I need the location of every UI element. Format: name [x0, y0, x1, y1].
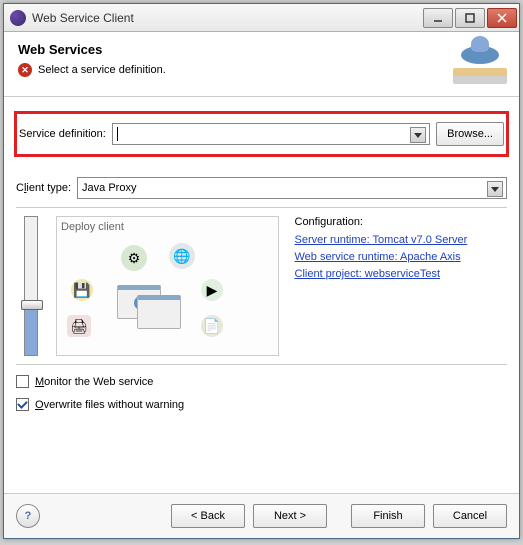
overwrite-checkbox[interactable] — [16, 398, 29, 411]
close-button[interactable] — [487, 8, 517, 28]
error-icon: ✕ — [18, 63, 32, 77]
message-text: Select a service definition. — [38, 64, 166, 76]
page-title: Web Services — [18, 42, 445, 57]
configuration-panel: Configuration: Server runtime: Tomcat v7… — [289, 216, 508, 356]
window-controls — [423, 8, 517, 28]
wizard-banner-graphic — [453, 42, 507, 86]
client-type-label: Client type: — [16, 182, 71, 194]
finish-button[interactable]: Finish — [351, 504, 425, 528]
separator — [16, 364, 507, 365]
client-type-combo[interactable]: Java Proxy — [77, 177, 507, 199]
next-button[interactable]: Next > — [253, 504, 327, 528]
chevron-down-icon[interactable] — [410, 127, 426, 143]
validation-message: ✕ Select a service definition. — [18, 63, 445, 77]
monitor-checkbox[interactable] — [16, 375, 29, 388]
client-project-link[interactable]: Client project: webserviceTest — [295, 268, 508, 280]
browse-button[interactable]: Browse... — [436, 122, 504, 146]
gear-icon: ⚙ — [121, 245, 147, 271]
help-button[interactable]: ? — [16, 504, 40, 528]
overwrite-label: Overwrite files without warning — [35, 399, 184, 411]
back-button[interactable]: < Back — [171, 504, 245, 528]
deployment-diagram: Deploy client ⚙ 🌐 ▶ 📄 💾 🖨 — [56, 216, 279, 356]
server-runtime-link[interactable]: Server runtime: Tomcat v7.0 Server — [295, 234, 508, 246]
emphasis-box: Service definition: Browse... — [14, 111, 509, 157]
overwrite-checkbox-row: Overwrite files without warning — [16, 398, 507, 411]
service-definition-combo[interactable] — [112, 123, 430, 145]
monitor-checkbox-row: Monitor the Web service — [16, 375, 507, 388]
cancel-button[interactable]: Cancel — [433, 504, 507, 528]
hardware-icon: 🖨 — [67, 315, 91, 337]
diagram-title: Deploy client — [61, 221, 274, 233]
service-definition-label: Service definition: — [19, 128, 106, 140]
deploy-level-slider[interactable] — [24, 216, 38, 356]
configuration-title: Configuration: — [295, 216, 508, 228]
monitor-label: Monitor the Web service — [35, 376, 153, 388]
eclipse-icon — [10, 10, 26, 26]
dialog-window: Web Service Client Web Services ✕ Select… — [3, 3, 520, 539]
disk-icon: 💾 — [71, 279, 93, 301]
globe-icon: 🌐 — [169, 243, 195, 269]
wizard-button-bar: ? < Back Next > Finish Cancel — [4, 493, 519, 538]
titlebar[interactable]: Web Service Client — [4, 4, 519, 32]
minimize-button[interactable] — [423, 8, 453, 28]
ws-runtime-link[interactable]: Web service runtime: Apache Axis — [295, 251, 508, 263]
client-windows-icon — [117, 285, 185, 333]
play-icon: ▶ — [201, 279, 223, 301]
separator — [16, 207, 507, 208]
document-icon: 📄 — [201, 315, 223, 337]
chevron-down-icon[interactable] — [487, 181, 503, 197]
wizard-content: Service definition: Browse... Client typ… — [4, 97, 519, 493]
window-title: Web Service Client — [32, 11, 423, 25]
client-type-value: Java Proxy — [82, 182, 136, 194]
wizard-header: Web Services ✕ Select a service definiti… — [4, 32, 519, 97]
maximize-button[interactable] — [455, 8, 485, 28]
slider-thumb[interactable] — [21, 300, 43, 310]
